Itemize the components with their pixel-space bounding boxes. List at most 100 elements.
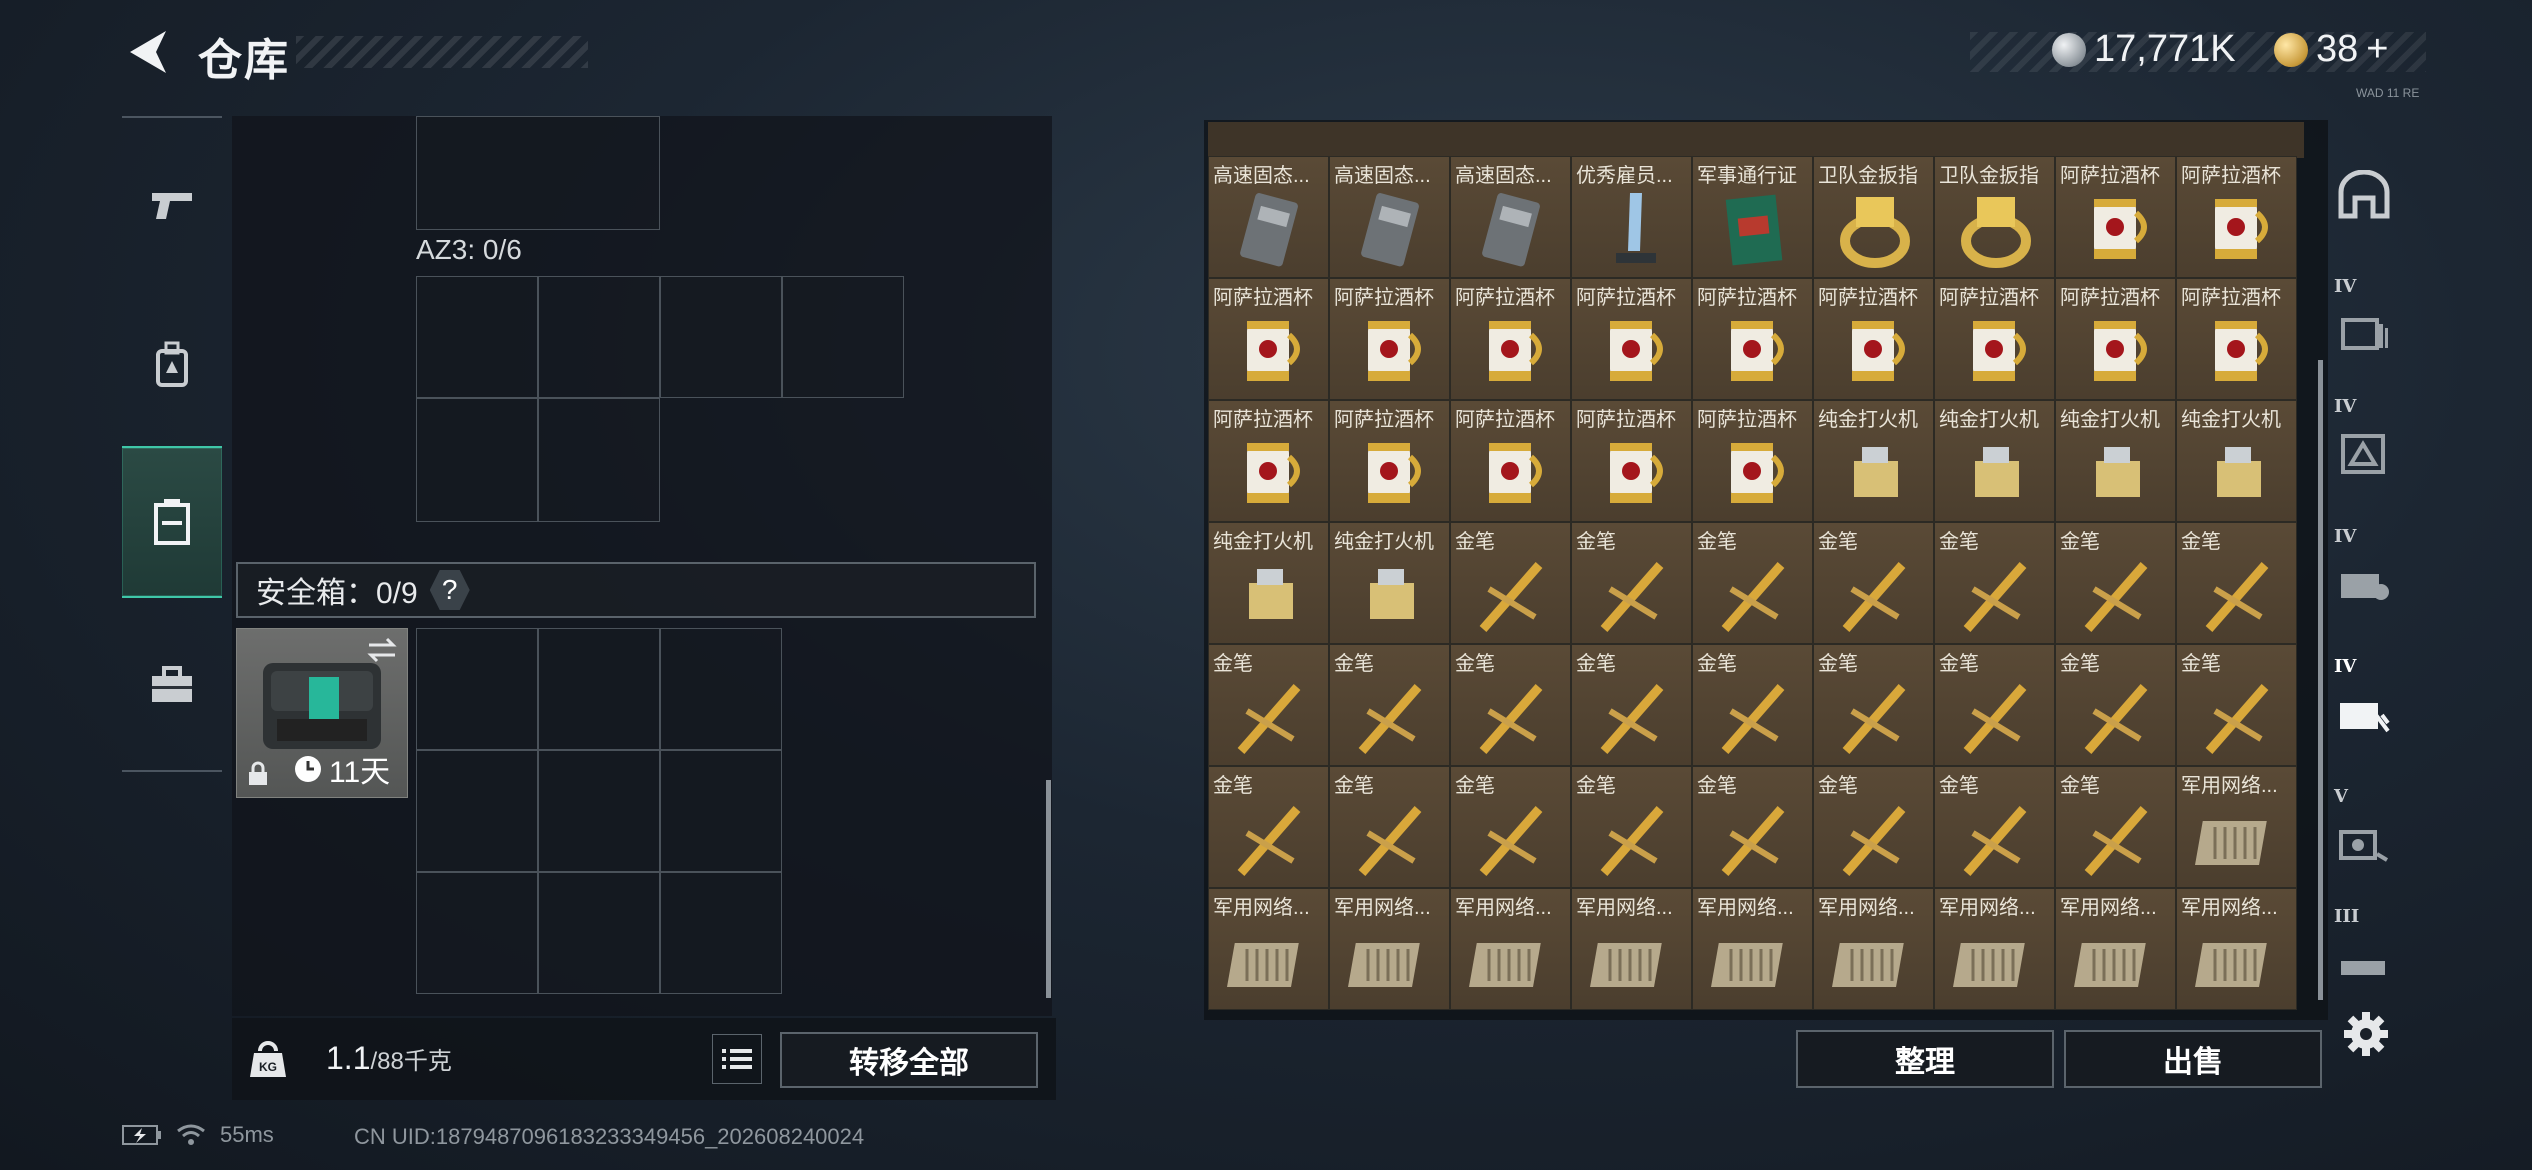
inventory-item[interactable]: 阿萨拉酒杯	[1208, 278, 1329, 400]
grid-slot[interactable]	[416, 398, 538, 522]
nav-storage[interactable]	[122, 446, 222, 598]
inventory-item[interactable]: 阿萨拉酒杯	[1571, 400, 1692, 522]
inventory-item[interactable]: 军用网络...	[1934, 888, 2055, 1010]
inventory-item[interactable]: 卫队金扳指	[1934, 156, 2055, 278]
grid-slot[interactable]	[416, 872, 538, 994]
filter-tier-iv-tools[interactable]: IV	[2330, 390, 2398, 500]
inventory-item[interactable]: 纯金打火机	[2176, 400, 2297, 522]
inventory-item[interactable]: 金笔	[1813, 766, 1934, 888]
inventory-item[interactable]: 阿萨拉酒杯	[2055, 156, 2176, 278]
inventory-item[interactable]: 金笔	[1450, 644, 1571, 766]
sort-button[interactable]: 整理	[1796, 1030, 2054, 1088]
storage-slot[interactable]	[416, 116, 660, 230]
grid-slot[interactable]	[416, 628, 538, 750]
nav-armor[interactable]	[122, 310, 222, 420]
inventory-item[interactable]: 金笔	[1692, 522, 1813, 644]
grid-slot[interactable]	[538, 398, 660, 522]
inventory-item[interactable]: 金笔	[2055, 766, 2176, 888]
transfer-all-button[interactable]: 转移全部	[780, 1032, 1038, 1088]
inventory-item[interactable]: 阿萨拉酒杯	[1450, 278, 1571, 400]
inventory-scrollbar[interactable]	[2318, 360, 2323, 1000]
inventory-item[interactable]: 纯金打火机	[2055, 400, 2176, 522]
inventory-item[interactable]: 军用网络...	[2176, 888, 2297, 1010]
inventory-item[interactable]: 阿萨拉酒杯	[1813, 278, 1934, 400]
sell-button[interactable]: 出售	[2064, 1030, 2322, 1088]
grid-slot[interactable]	[538, 872, 660, 994]
inventory-item[interactable]: 金笔	[1208, 766, 1329, 888]
inventory-item[interactable]: 纯金打火机	[1329, 522, 1450, 644]
grid-slot[interactable]	[660, 750, 782, 872]
currency-main[interactable]: 17,771K	[2052, 28, 2236, 71]
inventory-item[interactable]: 金笔	[1329, 644, 1450, 766]
inventory-item[interactable]: 金笔	[1450, 522, 1571, 644]
inventory-item[interactable]: 高速固态...	[1208, 156, 1329, 278]
inventory-item[interactable]: 军用网络...	[1329, 888, 1450, 1010]
inventory-item[interactable]: 金笔	[1208, 644, 1329, 766]
inventory-item[interactable]: 阿萨拉酒杯	[1450, 400, 1571, 522]
filter-all[interactable]	[2330, 140, 2398, 250]
inventory-item[interactable]: 金笔	[2176, 644, 2297, 766]
inventory-item[interactable]: 阿萨拉酒杯	[1329, 400, 1450, 522]
grid-slot[interactable]	[660, 276, 782, 398]
inventory-item[interactable]: 阿萨拉酒杯	[1692, 278, 1813, 400]
inventory-item[interactable]: 金笔	[1450, 766, 1571, 888]
left-scrollbar[interactable]	[1046, 780, 1051, 998]
filter-tier-iv-medical[interactable]: IV	[2330, 520, 2398, 630]
grid-slot[interactable]	[538, 276, 660, 398]
inventory-item[interactable]: 军事通行证	[1692, 156, 1813, 278]
inventory-item[interactable]: 高速固态...	[1450, 156, 1571, 278]
filter-tier-iv-electronics[interactable]: IV	[2330, 270, 2398, 380]
inventory-item[interactable]: 金笔	[2055, 522, 2176, 644]
grid-slot[interactable]	[660, 628, 782, 750]
inventory-item[interactable]: 军用网络...	[1571, 888, 1692, 1010]
inventory-item[interactable]: 阿萨拉酒杯	[1329, 278, 1450, 400]
inventory-item[interactable]: 纯金打火机	[1208, 522, 1329, 644]
inventory-item[interactable]: 阿萨拉酒杯	[1692, 400, 1813, 522]
filter-tier-v[interactable]: V	[2330, 780, 2398, 890]
inventory-item[interactable]: 军用网络...	[1692, 888, 1813, 1010]
inventory-item[interactable]: 金笔	[1329, 766, 1450, 888]
inventory-item[interactable]: 军用网络...	[1813, 888, 1934, 1010]
filter-tier-iii[interactable]: III	[2330, 900, 2398, 1010]
inventory-item[interactable]: 金笔	[1571, 644, 1692, 766]
inventory-item[interactable]: 金笔	[1813, 644, 1934, 766]
inventory-item[interactable]: 纯金打火机	[1934, 400, 2055, 522]
nav-weapons[interactable]	[122, 150, 222, 260]
inventory-item[interactable]: 金笔	[1934, 766, 2055, 888]
inventory-item[interactable]: 金笔	[1692, 644, 1813, 766]
safe-box-item[interactable]: 11天	[236, 628, 408, 798]
inventory-item[interactable]: 金笔	[1813, 522, 1934, 644]
currency-secondary[interactable]: 38 +	[2274, 28, 2388, 71]
grid-slot[interactable]	[660, 872, 782, 994]
inventory-item[interactable]: 优秀雇员...	[1571, 156, 1692, 278]
inventory-item[interactable]: 阿萨拉酒杯	[1934, 278, 2055, 400]
inventory-item[interactable]: 高速固态...	[1329, 156, 1450, 278]
inventory-item[interactable]: 金笔	[1934, 522, 2055, 644]
inventory-item[interactable]: 金笔	[1571, 766, 1692, 888]
inventory-item[interactable]: 金笔	[1571, 522, 1692, 644]
inventory-item[interactable]: 阿萨拉酒杯	[1571, 278, 1692, 400]
filter-tier-iv-valuables[interactable]: IV	[2330, 650, 2398, 760]
inventory-item[interactable]: 军用网络...	[2176, 766, 2297, 888]
nav-toolbox[interactable]	[122, 630, 222, 740]
inventory-item[interactable]: 阿萨拉酒杯	[2176, 156, 2297, 278]
add-currency-button[interactable]: +	[2366, 28, 2388, 70]
inventory-item[interactable]: 金笔	[2055, 644, 2176, 766]
back-button[interactable]	[118, 22, 178, 82]
inventory-item[interactable]: 军用网络...	[2055, 888, 2176, 1010]
grid-slot[interactable]	[538, 750, 660, 872]
grid-slot[interactable]	[782, 276, 904, 398]
settings-button[interactable]	[2336, 1004, 2396, 1064]
grid-slot[interactable]	[416, 276, 538, 398]
inventory-item[interactable]: 金笔	[1934, 644, 2055, 766]
grid-slot[interactable]	[416, 750, 538, 872]
inventory-item[interactable]: 阿萨拉酒杯	[2176, 278, 2297, 400]
inventory-item[interactable]: 金笔	[1692, 766, 1813, 888]
help-button[interactable]: ?	[429, 570, 470, 610]
inventory-item[interactable]: 纯金打火机	[1813, 400, 1934, 522]
inventory-item[interactable]: 阿萨拉酒杯	[1208, 400, 1329, 522]
inventory-item[interactable]: 金笔	[2176, 522, 2297, 644]
inventory-item[interactable]: 军用网络...	[1208, 888, 1329, 1010]
swap-icon[interactable]	[365, 635, 399, 665]
list-view-button[interactable]	[712, 1034, 762, 1084]
